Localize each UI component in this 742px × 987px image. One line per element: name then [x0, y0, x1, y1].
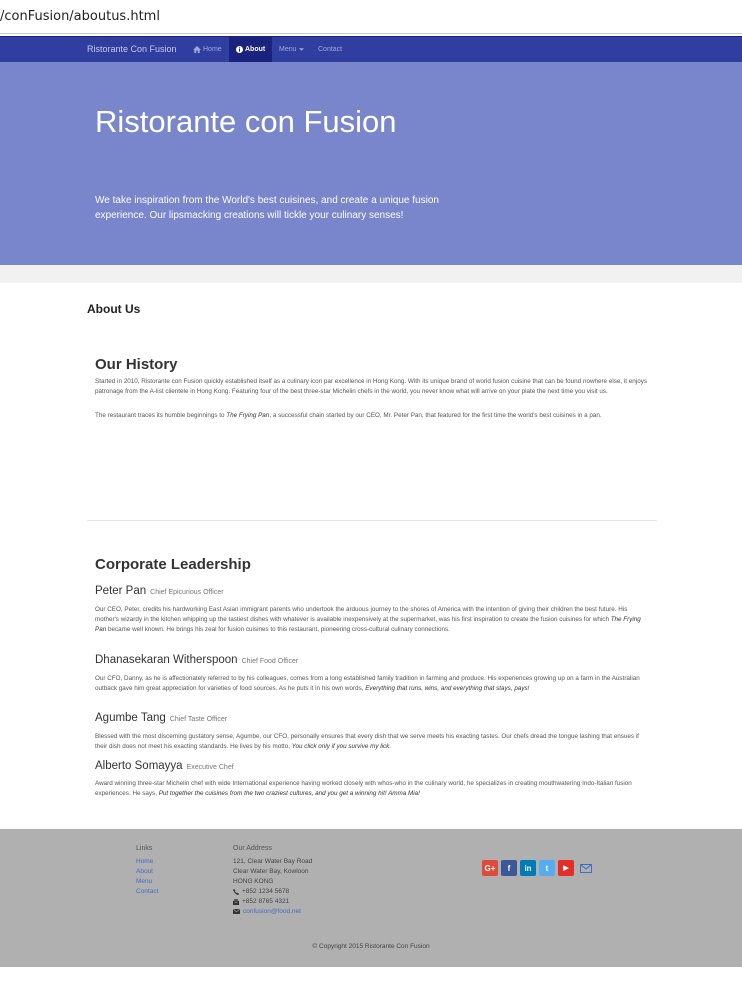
leader-name: Peter Pan Chief Epicurious Officer	[95, 585, 224, 597]
footer-email: confusion@food.net	[233, 908, 301, 915]
fax-number: +852 8765 4321	[242, 898, 290, 905]
nav-item-contact[interactable]: Contact	[318, 37, 342, 62]
footer-link-menu[interactable]: Menu	[136, 878, 152, 885]
history-emphasis: The Frying Pan	[226, 412, 270, 419]
footer-link-home[interactable]: Home	[136, 858, 153, 865]
phone-number: +852 1234 5678	[242, 888, 290, 895]
footer-link-about[interactable]: About	[136, 868, 153, 875]
nav-item-about[interactable]: About	[229, 37, 273, 62]
fax-icon	[233, 898, 239, 905]
leader-bio: Our CFO, Danny, as he is affectionately …	[95, 674, 647, 694]
history-text: The restaurant traces its humble beginni…	[95, 412, 227, 419]
leader-role: Executive Chef	[186, 764, 234, 771]
phone-icon	[233, 888, 239, 895]
twitter-icon[interactable]: t	[539, 860, 555, 876]
nav-item-label: Menu	[279, 46, 297, 53]
facebook-icon[interactable]: f	[501, 860, 517, 876]
jumbotron-text: We take inspiration from the World's bes…	[95, 195, 439, 221]
email-link[interactable]: confusion@food.net	[243, 908, 301, 915]
leader-bio: Blessed with the most discerning gustato…	[95, 732, 647, 752]
google-plus-icon[interactable]: G+	[482, 860, 498, 876]
page-title: About Us	[87, 302, 141, 316]
home-icon	[193, 46, 201, 53]
leader-name-text: Alberto Somayya	[95, 760, 183, 772]
leader-name: Agumbe Tang Chief Taste Officer	[95, 712, 227, 724]
leader-role: Chief Epicurious Officer	[150, 589, 224, 596]
history-text: , a successful chain started by our CEO,…	[269, 412, 602, 419]
leadership-title: Corporate Leadership	[95, 556, 251, 573]
mail-icon[interactable]	[578, 860, 594, 876]
nav-item-menu[interactable]: Menu	[279, 37, 304, 62]
history-paragraph-1: Started in 2010, Ristorante con Fusion q…	[95, 378, 647, 395]
footer-phone: +852 1234 5678	[233, 888, 289, 895]
leader-name-text: Agumbe Tang	[95, 712, 166, 724]
leader-name: Alberto Somayya Executive Chef	[95, 760, 234, 772]
linkedin-icon[interactable]: in	[520, 860, 536, 876]
leader-name: Dhanasekaran Witherspoon Chief Food Offic…	[95, 654, 298, 666]
nav-item-home[interactable]: Home	[193, 37, 222, 62]
nav-item-label: Home	[203, 46, 222, 53]
leader-bio-text: Our CEO, Peter, credits his hardworking …	[95, 606, 628, 623]
leader-bio-emphasis: You click only if you survive my lick.	[291, 743, 392, 750]
leader-bio-emphasis: Put together the cuisines from the two c…	[158, 790, 420, 797]
leader-bio: Our CEO, Peter, credits his hardworking …	[95, 605, 647, 635]
footer-link-contact[interactable]: Contact	[136, 888, 158, 895]
caret-down-icon	[298, 48, 304, 51]
address-line: HONG KONG	[233, 878, 274, 885]
youtube-icon[interactable]: ▶	[558, 860, 574, 876]
leader-role: Chief Food Officer	[241, 658, 299, 665]
footer-fax: +852 8765 4321	[233, 898, 289, 905]
address-line: Clear Water Bay, Kowloon	[233, 868, 309, 875]
breadcrumb-band	[0, 265, 742, 283]
address-line: 121, Clear Water Bay Road	[233, 858, 313, 865]
info-circle-icon	[236, 46, 243, 53]
footer-address-title: Our Address	[233, 845, 272, 852]
jumbotron: Ristorante con Fusion We take inspiratio…	[0, 62, 742, 265]
envelope-icon	[233, 909, 240, 914]
history-paragraph-2: The restaurant traces its humble beginni…	[95, 411, 647, 421]
leader-role: Chief Taste Officer	[169, 716, 228, 723]
leader-bio: Award winning three-star Michelin chef w…	[95, 779, 647, 799]
nav-item-label: About	[245, 46, 266, 53]
url-text[interactable]: /conFusion/aboutus.html	[0, 9, 160, 24]
jumbotron-title: Ristorante con Fusion	[95, 104, 397, 139]
navbar: Ristorante Con Fusion Home About Menu Co…	[0, 36, 742, 62]
leader-bio-emphasis: Everything that runs, wins, and everythi…	[365, 685, 530, 692]
nav-item-label: Contact	[318, 46, 343, 53]
leader-bio-text: became well known. He brings his zeal fo…	[106, 626, 450, 633]
section-divider	[87, 520, 657, 521]
leader-name-text: Dhanasekaran Witherspoon	[95, 654, 238, 666]
leader-name-text: Peter Pan	[95, 585, 147, 597]
history-title: Our History	[95, 356, 178, 373]
footer-links-title: Links	[136, 845, 153, 852]
navbar-brand[interactable]: Ristorante Con Fusion	[87, 44, 177, 54]
copyright: © Copyright 2015 Ristorante Con Fusion	[312, 943, 430, 950]
address-bar[interactable]: /conFusion/aboutus.html	[0, 0, 742, 34]
